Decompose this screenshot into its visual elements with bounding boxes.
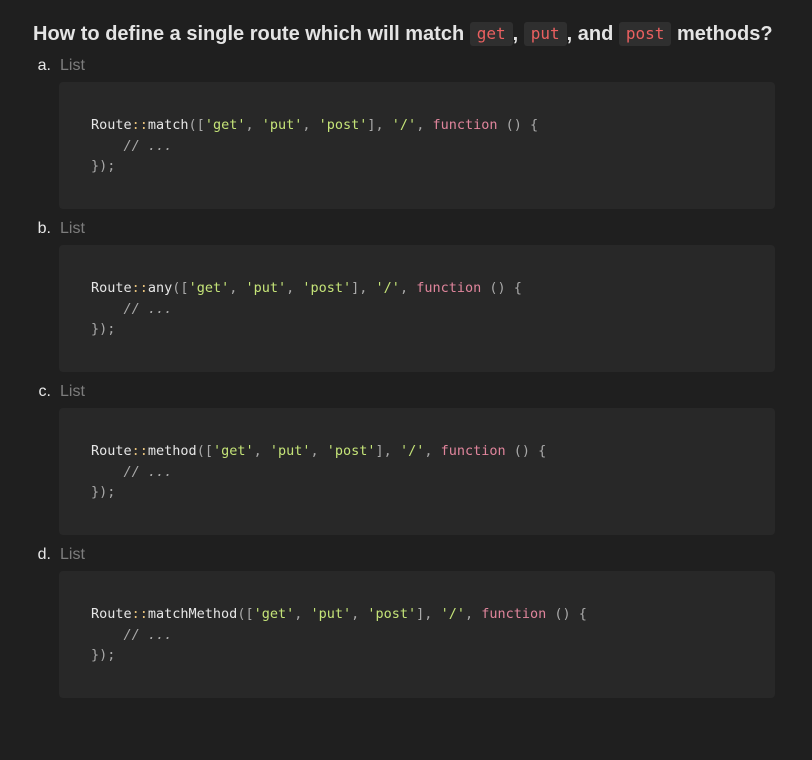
code-punctuation: , bbox=[302, 117, 319, 133]
code-class: Route bbox=[91, 280, 132, 296]
code-line-1: Route::any(['get', 'put', 'post'], '/', … bbox=[91, 278, 775, 299]
code-method: any bbox=[147, 280, 173, 296]
code-punctuation: , bbox=[286, 280, 303, 296]
code-string: 'get' bbox=[253, 606, 295, 622]
code-operator: :: bbox=[131, 443, 148, 459]
code-string: '/' bbox=[375, 280, 400, 296]
code-punctuation: , bbox=[399, 280, 417, 296]
code-closing: }); bbox=[91, 321, 116, 337]
code-keyword: function bbox=[481, 606, 547, 622]
code-punctuation: , bbox=[351, 606, 368, 622]
option-type-label: List bbox=[60, 546, 85, 563]
option-header: d. List bbox=[33, 543, 775, 567]
code-comment: // ... bbox=[91, 300, 173, 317]
code-punctuation: , bbox=[253, 443, 270, 459]
code-closing: }); bbox=[91, 484, 116, 500]
question-prefix: How to define a single route which will … bbox=[33, 23, 465, 45]
code-block: Route::method(['get', 'put', 'post'], '/… bbox=[59, 408, 775, 535]
code-punctuation: () { bbox=[481, 280, 522, 296]
code-class: Route bbox=[91, 606, 132, 622]
code-string: 'put' bbox=[310, 606, 352, 622]
code-class: Route bbox=[91, 443, 132, 459]
code-keyword: function bbox=[416, 280, 482, 296]
code-punctuation: , bbox=[464, 606, 482, 622]
option-type-label: List bbox=[60, 57, 85, 74]
code-method: method bbox=[147, 443, 197, 459]
code-punctuation: , bbox=[245, 117, 262, 133]
code-block: Route::match(['get', 'put', 'post'], '/'… bbox=[59, 82, 775, 209]
code-string: 'post' bbox=[367, 606, 417, 622]
option-type-label: List bbox=[60, 383, 85, 400]
option-letter: b. bbox=[37, 220, 51, 237]
question-suffix: methods? bbox=[677, 23, 773, 45]
option-letter: d. bbox=[37, 546, 51, 563]
code-punctuation: ], bbox=[351, 280, 376, 296]
code-punctuation: () { bbox=[505, 443, 547, 459]
code-method: match bbox=[147, 117, 189, 133]
inline-code-put: put bbox=[523, 22, 567, 46]
option-letter: a. bbox=[37, 57, 51, 74]
code-punctuation: , bbox=[229, 280, 246, 296]
code-closing: }); bbox=[91, 647, 116, 663]
code-string: 'put' bbox=[245, 280, 287, 296]
code-string: 'post' bbox=[318, 117, 368, 133]
code-punctuation: ], bbox=[416, 606, 441, 622]
question-separator: , bbox=[512, 23, 519, 45]
code-method: matchMethod bbox=[147, 606, 238, 622]
answer-options: a. List Route::match(['get', 'put', 'pos… bbox=[33, 54, 775, 698]
answer-option-c[interactable]: c. List Route::method(['get', 'put', 'po… bbox=[33, 380, 775, 535]
code-punctuation: () { bbox=[497, 117, 539, 133]
answer-option-a[interactable]: a. List Route::match(['get', 'put', 'pos… bbox=[33, 54, 775, 209]
option-header: b. List bbox=[33, 217, 775, 241]
code-closing: }); bbox=[91, 158, 116, 174]
option-header: c. List bbox=[33, 380, 775, 404]
code-string: '/' bbox=[391, 117, 417, 133]
option-type-label: List bbox=[60, 220, 85, 237]
code-string: 'put' bbox=[261, 117, 303, 133]
code-string: '/' bbox=[399, 443, 425, 459]
inline-code-post: post bbox=[618, 22, 672, 46]
code-punctuation: , bbox=[424, 443, 441, 459]
code-operator: :: bbox=[131, 117, 148, 133]
code-keyword: function bbox=[440, 443, 506, 459]
code-punctuation: , bbox=[416, 117, 433, 133]
code-operator: :: bbox=[131, 280, 148, 296]
question-separator: , and bbox=[566, 23, 614, 45]
code-punctuation: () { bbox=[546, 606, 587, 622]
code-comment: // ... bbox=[91, 626, 173, 643]
code-comment: // ... bbox=[91, 137, 173, 154]
code-punctuation: ], bbox=[375, 443, 400, 459]
code-class: Route bbox=[91, 117, 132, 133]
question-title: How to define a single route which will … bbox=[33, 22, 775, 47]
code-string: 'post' bbox=[302, 280, 352, 296]
answer-option-b[interactable]: b. List Route::any(['get', 'put', 'post'… bbox=[33, 217, 775, 372]
code-keyword: function bbox=[432, 117, 498, 133]
code-string: 'put' bbox=[269, 443, 311, 459]
code-string: 'get' bbox=[188, 280, 230, 296]
code-punctuation: , bbox=[294, 606, 311, 622]
code-comment: // ... bbox=[91, 463, 173, 480]
code-operator: :: bbox=[131, 606, 148, 622]
quiz-question-card: How to define a single route which will … bbox=[0, 0, 775, 698]
code-string: 'get' bbox=[212, 443, 254, 459]
option-letter: c. bbox=[38, 383, 51, 400]
code-punctuation: ([ bbox=[196, 443, 213, 459]
option-header: a. List bbox=[33, 54, 775, 78]
code-punctuation: ], bbox=[367, 117, 392, 133]
code-string: '/' bbox=[440, 606, 465, 622]
code-line-1: Route::method(['get', 'put', 'post'], '/… bbox=[91, 441, 775, 462]
code-string: 'post' bbox=[326, 443, 376, 459]
code-block: Route::any(['get', 'put', 'post'], '/', … bbox=[59, 245, 775, 372]
code-punctuation: ([ bbox=[172, 280, 189, 296]
code-punctuation: ([ bbox=[188, 117, 205, 133]
answer-option-d[interactable]: d. List Route::matchMethod(['get', 'put'… bbox=[33, 543, 775, 698]
code-punctuation: , bbox=[310, 443, 327, 459]
inline-code-get: get bbox=[469, 22, 513, 46]
code-block: Route::matchMethod(['get', 'put', 'post'… bbox=[59, 571, 775, 698]
code-line-1: Route::matchMethod(['get', 'put', 'post'… bbox=[91, 604, 775, 625]
code-punctuation: ([ bbox=[237, 606, 254, 622]
code-line-1: Route::match(['get', 'put', 'post'], '/'… bbox=[91, 115, 775, 136]
code-string: 'get' bbox=[204, 117, 246, 133]
